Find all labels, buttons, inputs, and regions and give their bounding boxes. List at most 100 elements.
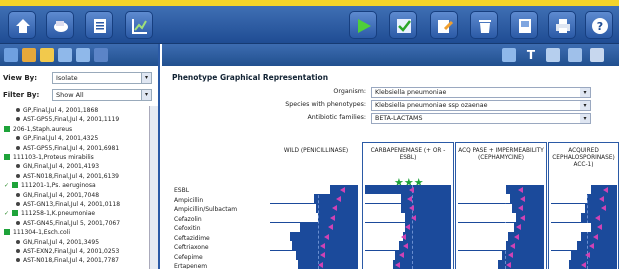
filter-by-select[interactable]: Show All ▾ <box>52 89 152 101</box>
species-select[interactable]: Klebsiella pneumoniae ssp ozaenae ▾ <box>371 100 591 111</box>
chart-button[interactable] <box>125 11 153 39</box>
tree-item-label: AST-EXN2,Final,Jul 4, 2001,0253 <box>23 248 120 255</box>
home-button[interactable] <box>8 11 36 39</box>
tree-item-label: AST-N018,Final,Jul 4, 2001,6139 <box>23 172 119 180</box>
histogram-gap <box>551 213 581 223</box>
tree-detail-item[interactable]: GP,Final,Jul 4, 2001,4325 <box>16 134 98 143</box>
antibiotic-label: Ampicillin/Sulbactam <box>174 206 238 213</box>
check-button[interactable] <box>389 11 417 39</box>
tree-detail-item[interactable]: AST-GN13,Final,Jul 4, 2001,0118 <box>16 200 120 209</box>
tree-detail-item[interactable]: GN,Final,Jul 4, 2001,7048 <box>16 191 99 200</box>
tree-item-label: AST-GP55,Final,Jul 4, 2001,6981 <box>23 144 120 152</box>
phenotype-panel: Phenotype Graphical Representation Organ… <box>162 66 619 269</box>
tree-detail-item[interactable]: GN,Final,Jul 4, 2001,3495 <box>16 238 99 247</box>
phenotype-histogram <box>365 185 451 269</box>
histogram-gap <box>458 232 508 241</box>
mic-marker <box>336 195 341 202</box>
folder-icon[interactable] <box>40 48 54 62</box>
hand-button[interactable] <box>46 11 74 39</box>
species-label: Species with phenotypes: <box>285 101 366 108</box>
tree-scrollbar[interactable] <box>149 106 158 269</box>
recycle-button[interactable] <box>470 11 498 39</box>
report-button[interactable] <box>85 11 113 39</box>
mic-marker <box>401 233 406 240</box>
tree-detail-item[interactable]: GN,Final,Jul 4, 2001,4193 <box>16 162 99 171</box>
print-preview-button[interactable] <box>510 11 538 39</box>
tree-isolate-item[interactable]: ✓ 111258-1,K.pneumoniae <box>4 209 95 218</box>
chevron-down-icon: ▾ <box>580 114 590 123</box>
antibiotic-families-select[interactable]: BETA-LACTAMS ▾ <box>371 113 591 124</box>
histogram-gap <box>551 232 581 241</box>
antibiotic-label: Cefoxitin <box>174 225 201 232</box>
play-button[interactable] <box>349 11 377 39</box>
text-tool-icon[interactable]: T <box>524 48 538 62</box>
mic-marker <box>409 205 414 212</box>
help-button[interactable]: ? <box>585 11 613 39</box>
phenotype-histogram <box>458 185 544 269</box>
isolate-icon <box>4 229 10 236</box>
mic-marker <box>597 224 602 231</box>
phenotype-histogram <box>551 185 617 269</box>
mic-marker <box>603 186 608 193</box>
filter-by-label: Filter By: <box>3 91 40 99</box>
tree-view-icon[interactable] <box>4 48 18 62</box>
chart-icon <box>132 19 147 34</box>
mic-marker <box>324 233 329 240</box>
organism-value: Klebsiella pneumoniae <box>375 89 447 96</box>
mic-marker <box>520 195 525 202</box>
mic-marker <box>506 261 511 268</box>
histogram-gap <box>270 222 300 232</box>
tree-item-label: AST-GN13,Final,Jul 4, 2001,0118 <box>23 201 121 208</box>
tree-detail-item[interactable]: AST-EXN2,Final,Jul 4, 2001,0253 <box>16 247 119 256</box>
export-icon[interactable] <box>546 48 560 62</box>
tree-detail-item[interactable]: GP,Final,Jul 4, 2001,1868 <box>16 106 98 115</box>
zoom-icon[interactable] <box>568 48 582 62</box>
chevron-down-icon: ▾ <box>141 90 151 100</box>
tree-detail-item[interactable]: AST-GN45,Final,Jul 5, 2001,7067 <box>16 219 120 228</box>
organism-select[interactable]: Klebsiella pneumoniae ▾ <box>371 87 591 98</box>
mic-marker <box>585 252 590 259</box>
bullet-icon <box>16 164 20 169</box>
print-button[interactable] <box>548 11 576 39</box>
mic-marker <box>518 205 523 212</box>
tree-detail-item[interactable]: AST-N018,Final,Jul 4, 2001,7787 <box>16 256 119 265</box>
new-isolate-icon[interactable] <box>22 48 36 62</box>
tree-item-label: GP,Final,Jul 4, 2001,4325 <box>23 135 99 143</box>
chevron-down-icon: ▾ <box>580 101 590 110</box>
tree-isolate-item[interactable]: 111304-1,Esch.coli <box>4 228 70 237</box>
check-icon: ✓ <box>4 182 10 190</box>
view-by-value: Isolate <box>56 74 78 82</box>
delete-icon[interactable] <box>94 48 108 62</box>
tree-detail-item[interactable]: AST-GP55,Final,Jul 4, 2001,1119 <box>16 115 119 124</box>
histogram-gap <box>551 194 587 204</box>
filter-icon[interactable] <box>76 48 90 62</box>
bullet-icon <box>16 145 20 150</box>
histogram-gap <box>551 250 571 260</box>
mic-marker <box>399 252 404 259</box>
histogram-gap <box>365 260 393 269</box>
antibiotic-families-value: BETA-LACTAMS <box>375 115 423 122</box>
tree-isolate-item[interactable]: 111103-1,Proteus mirabilis <box>4 153 94 162</box>
tree-detail-item[interactable]: AST-N018,Final,Jul 4, 2001,6139 <box>16 172 119 181</box>
panel-title: Phenotype Graphical Representation <box>172 73 329 82</box>
phenotype-histogram <box>270 185 358 269</box>
main-toolbar: ? <box>0 6 619 44</box>
antibiotic-label: ESBL <box>174 187 190 194</box>
tree-item-label: AST-N018,Final,Jul 4, 2001,7787 <box>23 257 119 265</box>
tree-isolate-item[interactable]: ✓ 111201-1,Ps. aeruginosa <box>4 181 96 190</box>
report-icon <box>94 19 106 33</box>
histogram-gap <box>458 213 516 223</box>
view-by-label: View By: <box>3 74 38 82</box>
column-header-acq-pase: ACQ PASE + IMPERMEABILITY (CEPHAMYCINE) <box>458 148 544 161</box>
tree-detail-item[interactable]: AST-GP55,Final,Jul 4, 2001,6981 <box>16 144 119 153</box>
histogram-gap <box>365 232 403 241</box>
tree-isolate-item[interactable]: 206-1,Staph.aureus <box>4 125 72 134</box>
bullet-icon <box>16 108 20 112</box>
edit-isolate-icon[interactable] <box>58 48 72 62</box>
tree-item-label: GN,Final,Jul 4, 2001,7048 <box>23 191 100 199</box>
refresh-icon[interactable] <box>502 48 516 62</box>
bullet-icon <box>16 239 20 244</box>
view-by-select[interactable]: Isolate ▾ <box>52 72 152 84</box>
edit-button[interactable] <box>430 11 458 39</box>
settings-icon[interactable] <box>590 48 604 62</box>
